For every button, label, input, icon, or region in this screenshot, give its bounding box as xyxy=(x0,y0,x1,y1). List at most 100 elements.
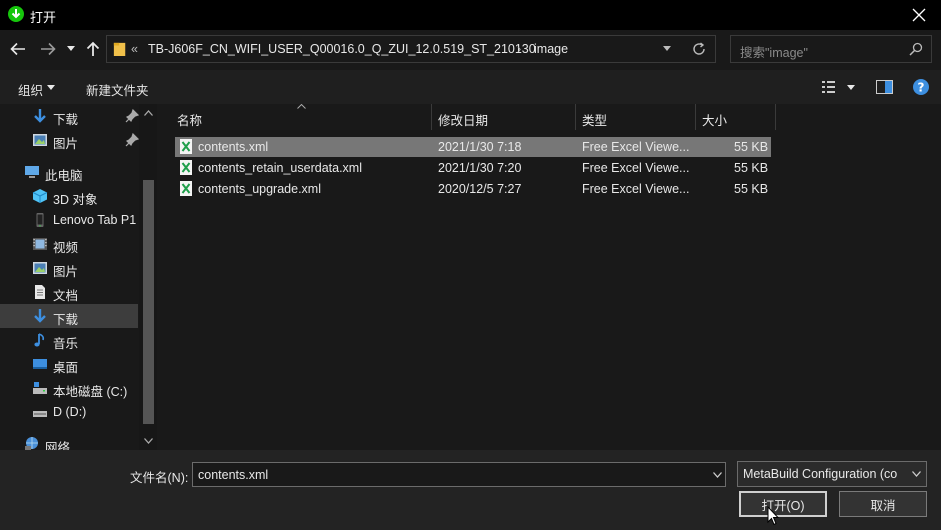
music-icon xyxy=(34,333,45,347)
up-button[interactable] xyxy=(83,39,103,59)
organize-chevron-icon[interactable] xyxy=(47,85,55,90)
sidebar-item-network[interactable]: 网络 xyxy=(0,432,138,450)
column-header-name[interactable]: 名称 xyxy=(177,110,202,129)
sidebar-item-label: 网络 xyxy=(45,441,71,450)
sidebar-item-desktop[interactable]: 桌面 xyxy=(0,352,138,376)
sidebar-item-music[interactable]: 音乐 xyxy=(0,328,138,352)
organize-menu[interactable]: 组织 xyxy=(18,80,43,99)
forward-arrow-icon xyxy=(41,42,56,56)
filename-value: contents.xml xyxy=(198,468,269,482)
download-arrow-icon xyxy=(34,109,46,123)
recent-locations-button[interactable] xyxy=(64,39,78,59)
videos-icon xyxy=(33,238,47,250)
view-options-icon[interactable] xyxy=(822,80,838,94)
table-row[interactable]: contents.xml 2021/1/30 7:18 Free Excel V… xyxy=(175,137,771,157)
search-input[interactable]: 搜索"image" xyxy=(730,35,932,63)
scroll-up-icon[interactable] xyxy=(144,110,153,116)
mouse-cursor-icon xyxy=(767,506,779,526)
pin-icon[interactable] xyxy=(124,132,140,148)
refresh-icon[interactable] xyxy=(691,41,707,57)
xml-file-icon xyxy=(180,160,192,175)
column-divider[interactable] xyxy=(575,104,576,130)
tablet-device-icon xyxy=(36,213,44,227)
folder-icon xyxy=(113,42,126,56)
search-icon[interactable] xyxy=(909,42,923,56)
filename-label: 文件名(N): xyxy=(130,471,189,485)
window-title: 打开 xyxy=(30,10,57,25)
filter-dropdown-area[interactable] xyxy=(906,462,926,486)
sidebar-item-label: 视频 xyxy=(53,241,79,255)
documents-icon xyxy=(35,285,45,299)
navigation-pane: 下载 图片 此电脑 3D 对象 Lenovo Tab P1 视频 图片 文档 下… xyxy=(0,104,158,450)
address-history-chevron-icon[interactable] xyxy=(663,46,671,52)
file-type: Free Excel Viewe... xyxy=(582,161,690,175)
file-date: 2021/1/30 7:18 xyxy=(438,140,522,154)
local-disk-icon xyxy=(33,382,47,394)
help-icon[interactable]: ? xyxy=(913,79,929,95)
open-button[interactable]: 打开(O) xyxy=(739,491,827,517)
close-button[interactable] xyxy=(897,0,941,30)
sidebar-item-label: 此电脑 xyxy=(45,169,83,183)
back-button[interactable] xyxy=(8,39,28,59)
file-name: contents_retain_userdata.xml xyxy=(198,161,362,175)
column-header-date[interactable]: 修改日期 xyxy=(438,110,488,129)
file-size: 55 KB xyxy=(734,161,769,175)
file-name: contents_upgrade.xml xyxy=(198,182,321,196)
sidebar-item-label: 图片 xyxy=(53,265,79,279)
sidebar-item-quick-downloads[interactable]: 下载 xyxy=(0,104,140,128)
sidebar-scroll-thumb[interactable] xyxy=(143,180,154,424)
breadcrumb-current[interactable]: image xyxy=(534,42,568,56)
column-divider[interactable] xyxy=(695,104,696,130)
search-placeholder: 搜索"image" xyxy=(740,46,808,60)
sidebar-item-videos[interactable]: 视频 xyxy=(0,232,138,256)
xml-file-icon xyxy=(180,181,192,196)
sidebar-item-label: 桌面 xyxy=(53,361,79,375)
forward-button[interactable] xyxy=(38,39,58,59)
file-size: 55 KB xyxy=(734,140,769,154)
new-folder-button[interactable]: 新建文件夹 xyxy=(86,80,149,99)
filename-history-chevron-icon[interactable] xyxy=(713,472,722,478)
sidebar-item-quick-pictures[interactable]: 图片 xyxy=(0,128,140,152)
back-arrow-icon xyxy=(10,42,25,56)
up-arrow-icon xyxy=(86,41,100,56)
sidebar-item-label: 本地磁盘 (C:) xyxy=(53,385,128,399)
filename-input[interactable]: contents.xml xyxy=(192,462,726,487)
column-divider[interactable] xyxy=(775,104,776,130)
download-arrow-icon xyxy=(34,309,46,323)
xml-file-icon xyxy=(180,139,192,154)
title-bar xyxy=(0,0,941,30)
view-chevron-icon[interactable] xyxy=(847,85,855,90)
file-type: Free Excel Viewe... xyxy=(582,182,690,196)
column-divider[interactable] xyxy=(431,104,432,130)
sidebar-item-downloads[interactable]: 下载 xyxy=(0,304,138,328)
file-name: contents.xml xyxy=(198,140,269,154)
sidebar-item-pictures[interactable]: 图片 xyxy=(0,256,138,280)
sidebar-item-local-disk-c[interactable]: 本地磁盘 (C:) xyxy=(0,376,138,400)
network-icon xyxy=(25,437,38,450)
preview-pane-icon[interactable] xyxy=(876,80,893,94)
sidebar-item-documents[interactable]: 文档 xyxy=(0,280,138,304)
address-bar[interactable]: « TB-J606F_CN_WIFI_USER_Q00016.0_Q_ZUI_1… xyxy=(106,35,716,63)
sidebar-item-label: 下载 xyxy=(53,113,79,127)
column-header-size[interactable]: 大小 xyxy=(702,110,727,129)
sidebar-item-label: 3D 对象 xyxy=(53,193,98,207)
sidebar-item-3d-objects[interactable]: 3D 对象 xyxy=(0,184,138,208)
close-icon xyxy=(912,8,926,22)
sidebar-item-this-pc[interactable]: 此电脑 xyxy=(0,160,138,184)
overflow-chevron[interactable]: « xyxy=(131,42,138,56)
sidebar-item-lenovo-tab[interactable]: Lenovo Tab P1 xyxy=(0,208,138,232)
table-row[interactable]: contents_retain_userdata.xml 2021/1/30 7… xyxy=(175,158,771,178)
scroll-down-icon[interactable] xyxy=(144,438,153,444)
pin-icon[interactable] xyxy=(124,108,140,124)
file-date: 2021/1/30 7:20 xyxy=(438,161,522,175)
sidebar-item-label: 下载 xyxy=(53,313,79,327)
breadcrumb-separator[interactable]: › xyxy=(517,42,521,56)
pictures-icon xyxy=(33,134,47,146)
file-type-filter-select[interactable]: MetaBuild Configuration (co xyxy=(737,461,927,487)
file-size: 55 KB xyxy=(734,182,769,196)
cancel-button[interactable]: 取消 xyxy=(839,491,927,517)
sidebar-item-drive-d[interactable]: D (D:) xyxy=(0,400,138,424)
breadcrumb-folder[interactable]: TB-J606F_CN_WIFI_USER_Q00016.0_Q_ZUI_12.… xyxy=(148,42,536,56)
table-row[interactable]: contents_upgrade.xml 2020/12/5 7:27 Free… xyxy=(175,179,771,199)
column-header-type[interactable]: 类型 xyxy=(582,110,607,129)
